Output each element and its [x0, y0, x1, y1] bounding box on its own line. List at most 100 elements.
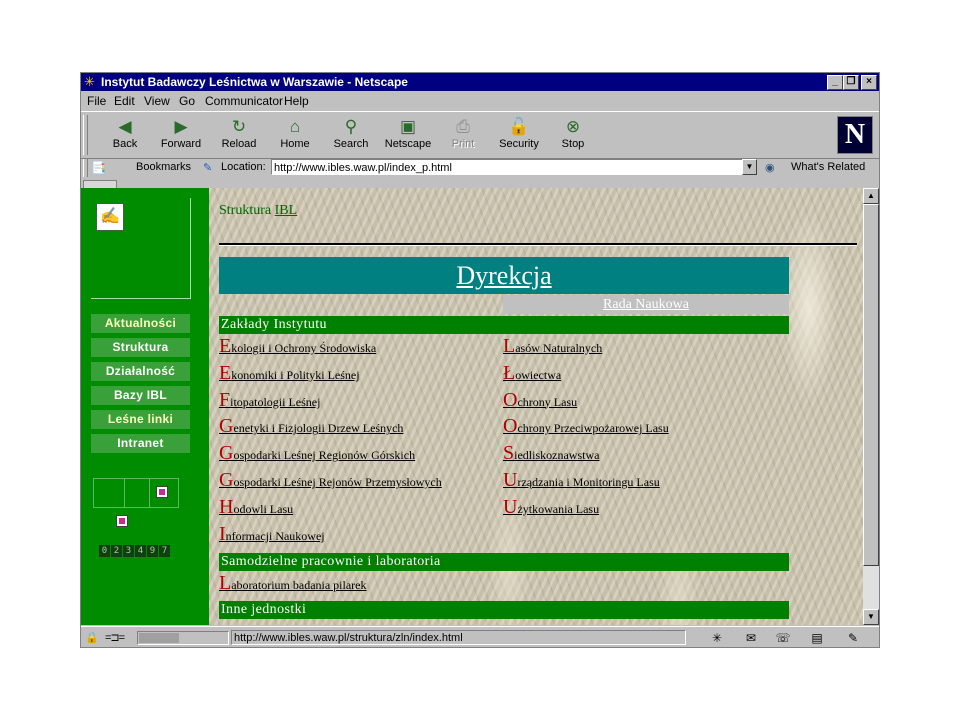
security-button[interactable]: 🔓 Security: [493, 116, 545, 156]
department-link[interactable]: Ochrony Lasu: [503, 388, 578, 411]
back-button[interactable]: ◀ Back: [99, 116, 151, 156]
search-button[interactable]: ⚲ Search: [325, 116, 377, 156]
department-link-text: ospodarki Leśnej Rejonów Przemysłowych: [233, 475, 442, 489]
print-icon: ⎙: [456, 117, 470, 136]
department-link-initial: E: [219, 361, 232, 384]
scroll-thumb[interactable]: [863, 204, 879, 566]
grid-cell: [149, 478, 179, 508]
toolbar-button-label: Forward: [160, 138, 202, 150]
sidebar-button-1[interactable]: Struktura: [91, 338, 190, 357]
navigator-component-icon[interactable]: ✳: [707, 630, 727, 646]
sidebar-button-3[interactable]: Bazy IBL: [91, 386, 190, 405]
minimize-button[interactable]: _: [827, 75, 843, 90]
home-button[interactable]: ⌂ Home: [269, 116, 321, 156]
menu-edit[interactable]: Edit: [114, 94, 135, 108]
whats-related-icon[interactable]: ◉: [765, 161, 775, 174]
location-bar-grip[interactable]: [83, 159, 88, 177]
security-lock-status-icon[interactable]: 🔒: [85, 631, 99, 644]
department-link-text: odowli Lasu: [233, 501, 294, 516]
maximize-button[interactable]: ❐: [843, 75, 859, 90]
toolbar-button-label: Netscape: [384, 138, 432, 150]
location-label: Location:: [221, 161, 266, 173]
mail-component-icon[interactable]: ✉: [741, 630, 761, 646]
netscape-button[interactable]: ▣ Netscape: [382, 116, 434, 156]
counter-digit: 4: [135, 545, 146, 557]
sidebar-button-0[interactable]: Aktualności: [91, 314, 190, 333]
stop-button[interactable]: ⊗ Stop: [547, 116, 599, 156]
forward-arrow-icon: ▶: [174, 117, 188, 136]
department-link[interactable]: Ekonomiki i Polityki Leśnej: [219, 361, 360, 384]
department-link[interactable]: Siedliskoznawstwa: [503, 442, 599, 465]
sidebar-button-2[interactable]: Działalność: [91, 362, 190, 381]
grid-cell: [124, 478, 150, 508]
scroll-up-arrow-icon[interactable]: ▲: [863, 188, 879, 204]
whats-related-button[interactable]: What's Related: [791, 161, 865, 173]
status-text: http://www.ibles.waw.pl/struktura/zln/in…: [231, 630, 686, 645]
toolbar-button-label: Print: [451, 138, 475, 150]
newsgroups-component-icon[interactable]: ☏: [773, 630, 793, 646]
department-link[interactable]: Użytkowania Lasu: [503, 497, 600, 517]
close-button[interactable]: ×: [861, 75, 877, 90]
department-link[interactable]: Fitopatologii Leśnej: [219, 390, 320, 410]
sidebar-button-5[interactable]: Intranet: [91, 434, 190, 453]
page-proxy-icon[interactable]: ✎: [203, 161, 212, 174]
department-link-initial: G: [219, 469, 234, 491]
stop-icon: ⊗: [565, 117, 581, 136]
sidebar-logo-frame: ✍: [91, 198, 191, 299]
url-input[interactable]: http://www.ibles.waw.pl/index_p.html: [271, 159, 756, 175]
ibl-logo-icon[interactable]: ✍: [96, 203, 124, 231]
dyrekcja-link[interactable]: Dyrekcja: [456, 261, 551, 290]
menu-help[interactable]: Help: [284, 94, 309, 108]
lab-link[interactable]: Laboratorium badania pilarek: [219, 573, 367, 593]
menu-go[interactable]: Go: [179, 94, 195, 108]
department-link[interactable]: Łowiectwa: [503, 363, 561, 383]
department-link[interactable]: Genetyki i Fizjologii Drzew Leśnych: [219, 416, 403, 436]
bookmarks-button[interactable]: Bookmarks: [136, 161, 191, 173]
department-link-text: żytkowania Lasu: [517, 501, 600, 516]
department-link[interactable]: Urządzania i Monitoringu Lasu: [503, 470, 660, 490]
department-link[interactable]: Hodowli Lasu: [219, 495, 294, 518]
url-dropdown-button[interactable]: ▼: [742, 159, 757, 175]
placeholder-image-icon[interactable]: [156, 486, 168, 498]
department-link-text: kologii i Ochrony Środowiska: [231, 341, 377, 355]
page-viewport: ✍ Aktualności Struktura Działalność Bazy IB…: [81, 188, 863, 625]
browser-window: ✳ Instytut Badawczy Leśnictwa w Warszawi…: [80, 72, 880, 648]
address-book-component-icon[interactable]: ▤: [807, 630, 827, 646]
breadcrumb-link-ibl[interactable]: IBL: [275, 203, 298, 218]
window-title: Instytut Badawczy Leśnictwa w Warszawie …: [101, 75, 408, 89]
sidebar-button-4[interactable]: Leśne linki: [91, 410, 190, 429]
department-link[interactable]: Ekologii i Ochrony Środowiska: [219, 336, 377, 356]
counter-digit: 3: [123, 545, 134, 557]
department-link[interactable]: Ochrony Przeciwpożarowej Lasu: [503, 416, 669, 436]
menu-file[interactable]: File: [87, 94, 106, 108]
search-icon: ⚲: [344, 117, 358, 136]
department-link-text: nformacji Naukowej: [225, 528, 325, 543]
department-link[interactable]: Gospodarki Leśnej Rejonów Przemysłowych: [219, 469, 442, 491]
print-button[interactable]: ⎙ Print: [437, 116, 489, 156]
department-link-initial: H: [219, 495, 234, 518]
toolbar-button-label: Stop: [561, 138, 585, 150]
department-link-text: ospodarki Leśnej Regionów Górskich: [233, 448, 416, 463]
department-link[interactable]: Lasów Naturalnych: [503, 336, 602, 356]
department-link-initial: O: [503, 388, 518, 411]
scroll-down-arrow-icon[interactable]: ▼: [863, 609, 879, 625]
title-bar[interactable]: ✳ Instytut Badawczy Leśnictwa w Warszawi…: [81, 73, 879, 91]
vertical-scrollbar[interactable]: ▲ ▼: [863, 188, 879, 625]
connection-status-icon: =⊐=: [105, 632, 125, 644]
menu-view[interactable]: View: [144, 94, 170, 108]
composer-component-icon[interactable]: ✎: [843, 630, 863, 646]
department-link[interactable]: Informacji Naukowej: [219, 524, 325, 544]
department-link-initial: G: [219, 442, 234, 465]
forward-button[interactable]: ▶ Forward: [155, 116, 207, 156]
bookmarks-icon[interactable]: 📑: [91, 161, 106, 175]
department-link-initial: S: [503, 442, 515, 465]
rada-naukowa-link[interactable]: Rada Naukowa: [603, 297, 689, 312]
department-link-text: chrony Lasu: [517, 394, 578, 409]
department-link[interactable]: Gospodarki Leśnej Regionów Górskich: [219, 442, 416, 465]
placeholder-image-icon[interactable]: [116, 515, 128, 527]
reload-button[interactable]: ↻ Reload: [213, 116, 265, 156]
netscape-logo-icon[interactable]: N: [837, 116, 873, 154]
toolbar-grip[interactable]: [83, 115, 88, 155]
menu-communicator[interactable]: Communicator: [205, 94, 283, 108]
section-institute-departments: Zakłady Instytutu: [219, 316, 789, 334]
